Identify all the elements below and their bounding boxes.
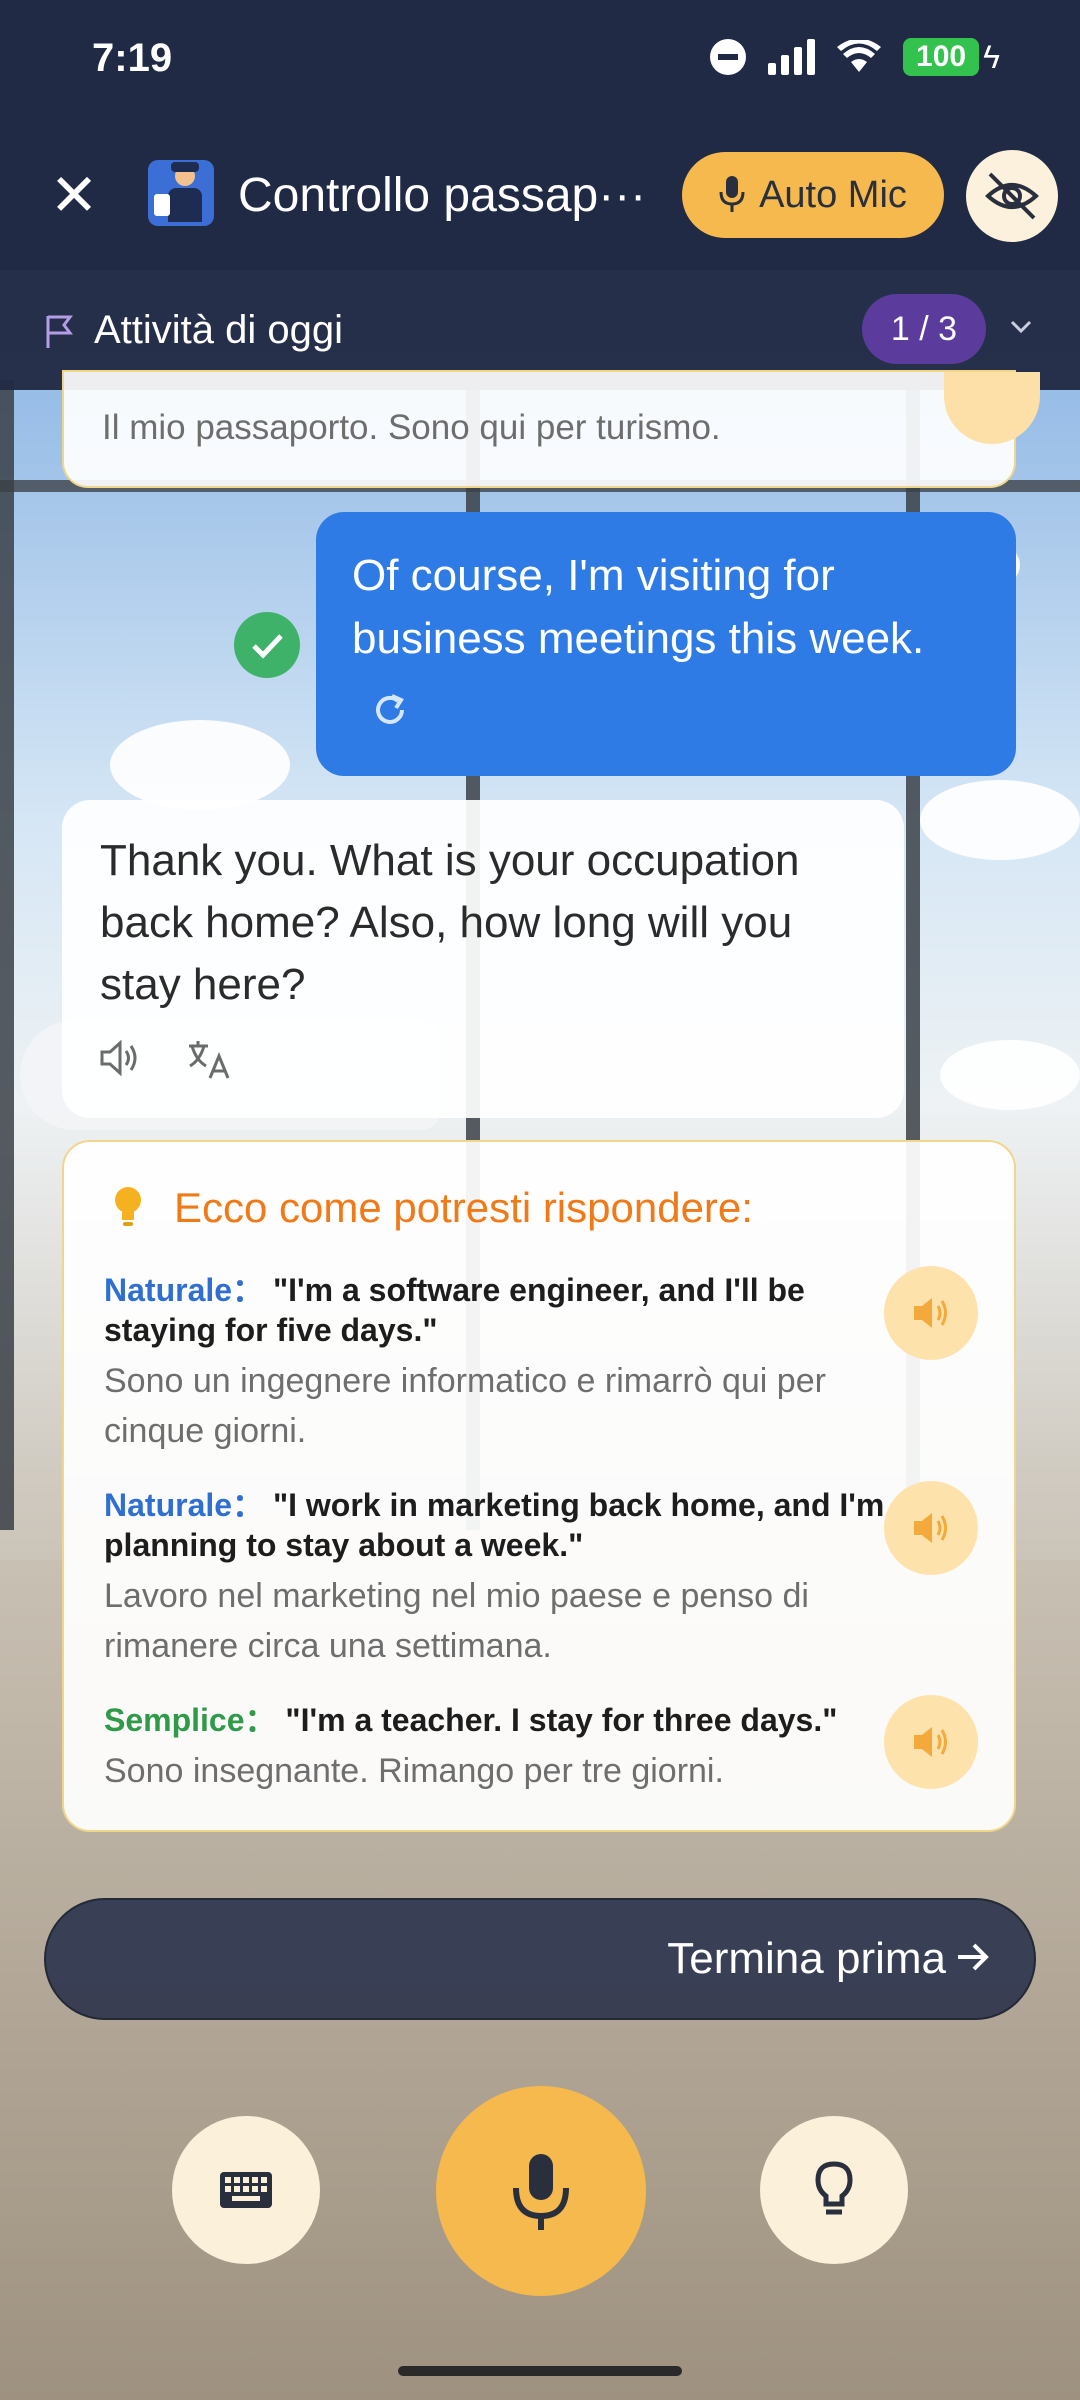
finish-early-button[interactable]: Termina prima (44, 1898, 1036, 2020)
screen: 7:19 100 ϟ ✕ Controllo passap··· Auto Mi… (0, 0, 1080, 2400)
cloud (920, 780, 1080, 860)
speaker-icon (914, 1298, 947, 1328)
suggested-replies-title: Ecco come potresti rispondere: (174, 1184, 753, 1231)
check-icon (234, 612, 300, 678)
chevron-down-icon[interactable] (1004, 310, 1038, 344)
task-progress-badge: 1 / 3 (862, 294, 986, 364)
ai-message-bubble: Thank you. What is your occupation back … (62, 800, 904, 1118)
arrow-right-icon (958, 1943, 989, 1971)
microphone-icon (513, 2154, 569, 2230)
reply-tag: Naturale： (104, 1272, 265, 1308)
play-reply-button[interactable] (884, 1695, 978, 1789)
cloud (940, 1040, 1080, 1110)
eye-off-icon (985, 172, 1039, 220)
reply-tag: Semplice： (104, 1702, 277, 1738)
ai-message-text: Thank you. What is your occupation back … (100, 836, 800, 1009)
reply-option: Naturale： "I'm a software engineer, and … (104, 1270, 924, 1456)
previous-message-translation: Il mio passaporto. Sono qui per turismo. (102, 408, 721, 447)
passport-control-icon (148, 160, 214, 226)
reply-italian: Lavoro nel marketing nel mio paese e pen… (104, 1577, 809, 1665)
speaker-icon (914, 1513, 947, 1543)
status-bar: 7:19 100 ϟ (0, 0, 1080, 130)
reply-tag: Naturale： (104, 1487, 265, 1523)
daily-tasks-label: Attività di oggi (94, 308, 344, 352)
reply-italian: Sono un ingegnere informatico e rimarrò … (104, 1362, 826, 1450)
keyboard-button[interactable] (172, 2116, 320, 2264)
clock: 7:19 (92, 36, 173, 80)
finish-early-label: Termina prima (667, 1934, 946, 1983)
auto-mic-label: Auto Mic (759, 173, 907, 216)
lightbulb-icon (815, 2161, 853, 2215)
translate-icon[interactable] (186, 1038, 232, 1080)
wifi-icon (837, 40, 882, 72)
auto-mic-button[interactable]: Auto Mic (682, 152, 944, 238)
keyboard-icon (220, 2172, 272, 2208)
user-message-text: Of course, I'm visiting for business mee… (352, 551, 925, 663)
close-icon[interactable]: ✕ (44, 166, 104, 226)
hide-text-button[interactable] (966, 150, 1058, 242)
reply-english: "I'm a teacher. I stay for three days." (285, 1702, 838, 1738)
page-title: Controllo passap··· (238, 169, 647, 222)
battery-indicator: 100 (903, 38, 980, 76)
lightbulb-icon (115, 1187, 141, 1226)
signal-icon (768, 39, 816, 75)
conversation-header: ✕ Controllo passap··· Auto Mic (0, 130, 1080, 270)
user-message-bubble: Of course, I'm visiting for business mee… (316, 512, 1016, 776)
play-reply-button[interactable] (884, 1481, 978, 1575)
play-reply-button[interactable] (884, 1266, 978, 1360)
microphone-icon (719, 176, 745, 212)
reply-option: Naturale： "I work in marketing back home… (104, 1485, 924, 1671)
hint-button[interactable] (760, 2116, 908, 2264)
window-frame (0, 380, 14, 1530)
cloud (110, 720, 290, 810)
reply-option: Semplice： "I'm a teacher. I stay for thr… (104, 1700, 924, 1796)
previous-message: Il mio passaporto. Sono qui per turismo. (62, 370, 1040, 488)
do-not-disturb-icon (710, 39, 747, 75)
charging-icon: ϟ (983, 38, 1000, 75)
home-indicator (398, 2366, 682, 2376)
flag-icon (46, 315, 73, 348)
speaker-icon[interactable] (98, 1038, 142, 1078)
record-button[interactable] (436, 2086, 646, 2296)
reply-italian: Sono insegnante. Rimango per tre giorni. (104, 1752, 724, 1790)
suggested-replies-card: Ecco come potresti rispondere: Naturale：… (62, 1140, 1016, 1832)
speaker-button[interactable] (944, 372, 1040, 444)
retry-icon[interactable] (368, 688, 412, 732)
speaker-icon (914, 1727, 947, 1757)
